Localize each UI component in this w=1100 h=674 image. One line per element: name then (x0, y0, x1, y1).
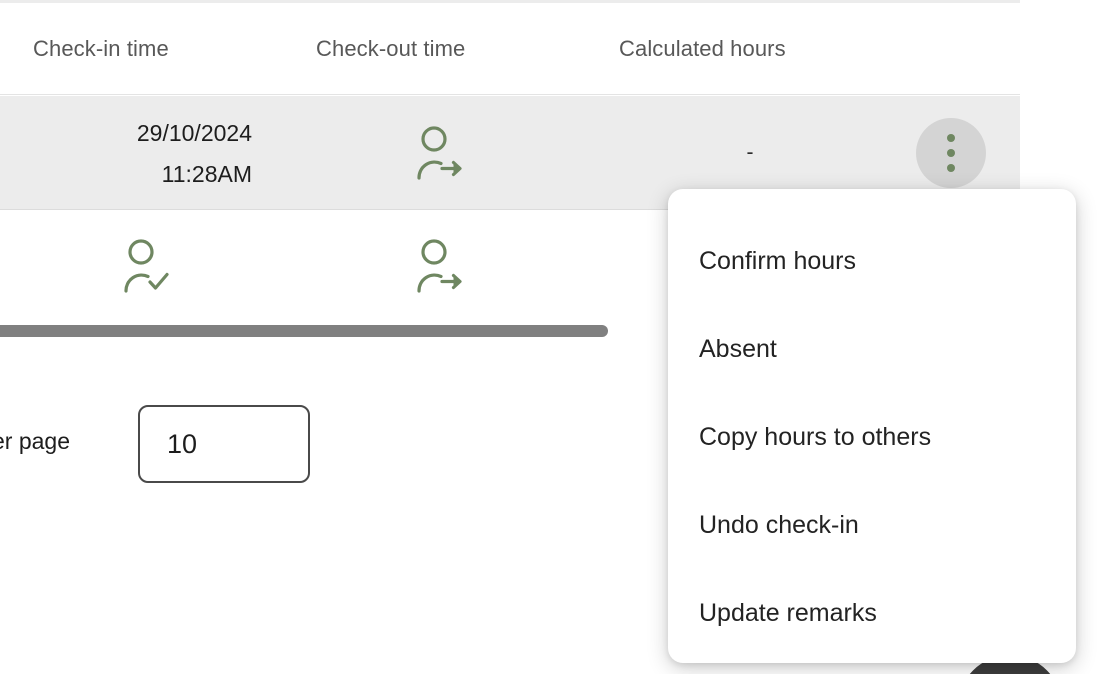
column-header-check-in-time: Check-in time (33, 36, 169, 61)
person-arrow-right-icon (415, 126, 463, 180)
kebab-dot-3 (947, 164, 955, 172)
row-actions-menu: Confirm hours Absent Copy hours to other… (668, 189, 1076, 663)
kebab-dot-2 (947, 149, 955, 157)
menu-item-absent[interactable]: Absent (668, 305, 1076, 393)
menu-item-copy-hours-to-others[interactable]: Copy hours to others (668, 393, 1076, 481)
column-header-check-out-time: Check-out time (316, 36, 466, 61)
menu-item-update-remarks[interactable]: Update remarks (668, 569, 1076, 657)
table-header-row: Check-in time Check-out time Calculated … (0, 3, 1020, 95)
check-in-date-text: 29/10/2024 (136, 120, 252, 146)
horizontal-scrollbar-thumb[interactable] (0, 325, 608, 337)
person-arrow-right-icon (415, 239, 463, 293)
rows-per-page-label: er page (0, 428, 71, 454)
menu-item-undo-check-in[interactable]: Undo check-in (668, 481, 1076, 569)
check-in-time-text: 11:28AM (161, 161, 252, 187)
kebab-dot-1 (947, 134, 955, 142)
column-header-calculated-hours: Calculated hours (619, 36, 786, 61)
person-check-icon (122, 239, 170, 293)
attendance-table-screen: Check-in time Check-out time Calculated … (0, 0, 1100, 674)
cell-check-in-time: 29/10/2024 11:28AM (0, 113, 252, 195)
row-actions-kebab-button[interactable] (916, 118, 986, 188)
rows-per-page-input[interactable] (138, 405, 310, 483)
menu-item-confirm-hours[interactable]: Confirm hours (668, 217, 1076, 305)
